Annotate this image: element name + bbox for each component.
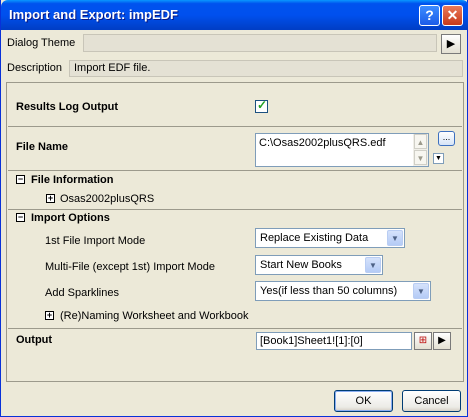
first-file-mode-select[interactable]: Replace Existing Data ▼ — [255, 228, 405, 248]
close-button[interactable]: ✕ — [442, 5, 463, 26]
renaming-expand-icon[interactable]: + — [45, 311, 54, 320]
check-icon: ✓ — [257, 98, 268, 112]
title-bar: Import and Export: impEDF ? ✕ — [1, 0, 468, 30]
dialog-theme-label: Dialog Theme — [7, 37, 76, 49]
chevron-down-icon: ▼ — [387, 230, 403, 246]
file-history-dropdown[interactable]: ▼ — [433, 153, 444, 164]
file-name-input[interactable]: C:\Osas2002plusQRS.edf ▲ ▼ — [255, 133, 429, 167]
scroll-up-icon[interactable]: ▲ — [414, 134, 427, 149]
sparklines-select[interactable]: Yes(if less than 50 columns) ▼ — [255, 281, 431, 301]
file-name-scrollbar[interactable]: ▲ ▼ — [413, 134, 428, 166]
browse-button[interactable]: ... — [438, 131, 455, 146]
results-log-checkbox[interactable]: ✓ — [255, 98, 268, 113]
file-name-label: File Name — [16, 141, 68, 153]
file-name-value: C:\Osas2002plusQRS.edf — [259, 137, 386, 149]
first-file-mode-label: 1st File Import Mode — [45, 235, 146, 247]
description-row: Description Import EDF file. — [7, 60, 465, 77]
range-picker-icon[interactable]: ⊞ — [414, 332, 432, 350]
file-information-label: File Information — [31, 174, 114, 186]
file-info-item-label: Osas2002plusQRS — [60, 193, 155, 205]
chevron-down-icon: ▼ — [413, 283, 429, 299]
dialog-theme-field[interactable] — [83, 34, 437, 52]
sparklines-value: Yes(if less than 50 columns) — [260, 285, 398, 297]
dialog-theme-menu-button[interactable]: ▶ — [441, 34, 461, 54]
divider — [8, 126, 462, 127]
help-button[interactable]: ? — [419, 5, 440, 26]
dialog-theme-row: Dialog Theme ▶ — [7, 34, 465, 54]
multi-file-mode-value: Start New Books — [260, 259, 342, 271]
ok-button[interactable]: OK — [334, 390, 393, 412]
results-log-label: Results Log Output — [16, 101, 119, 113]
cancel-button[interactable]: Cancel — [402, 390, 461, 412]
import-options-collapse-icon[interactable]: − — [16, 213, 25, 222]
output-input[interactable]: [Book1]Sheet1![1]:[0] — [256, 332, 412, 350]
settings-panel: Results Log Output ✓ File Name C:\Osas20… — [6, 82, 464, 382]
file-information-collapse-icon[interactable]: − — [16, 175, 25, 184]
multi-file-mode-label: Multi-File (except 1st) Import Mode — [45, 261, 215, 273]
first-file-mode-value: Replace Existing Data — [260, 232, 369, 244]
chevron-down-icon: ▼ — [365, 257, 381, 273]
divider — [8, 209, 462, 210]
output-label: Output — [16, 334, 53, 346]
description-field: Import EDF file. — [69, 60, 463, 77]
renaming-label: (Re)Naming Worksheet and Workbook — [60, 310, 249, 322]
output-menu-button[interactable]: ▶ — [433, 332, 451, 350]
description-label: Description — [7, 62, 63, 74]
divider — [8, 328, 462, 329]
dialog-window: Import and Export: impEDF ? ✕ Dialog The… — [0, 0, 468, 417]
multi-file-mode-select[interactable]: Start New Books ▼ — [255, 255, 383, 275]
sparklines-label: Add Sparklines — [45, 287, 119, 299]
divider — [8, 170, 462, 171]
file-info-expand-icon[interactable]: + — [46, 194, 55, 203]
import-options-label: Import Options — [31, 212, 110, 224]
window-title: Import and Export: impEDF — [9, 7, 178, 22]
scroll-down-icon[interactable]: ▼ — [414, 150, 427, 165]
